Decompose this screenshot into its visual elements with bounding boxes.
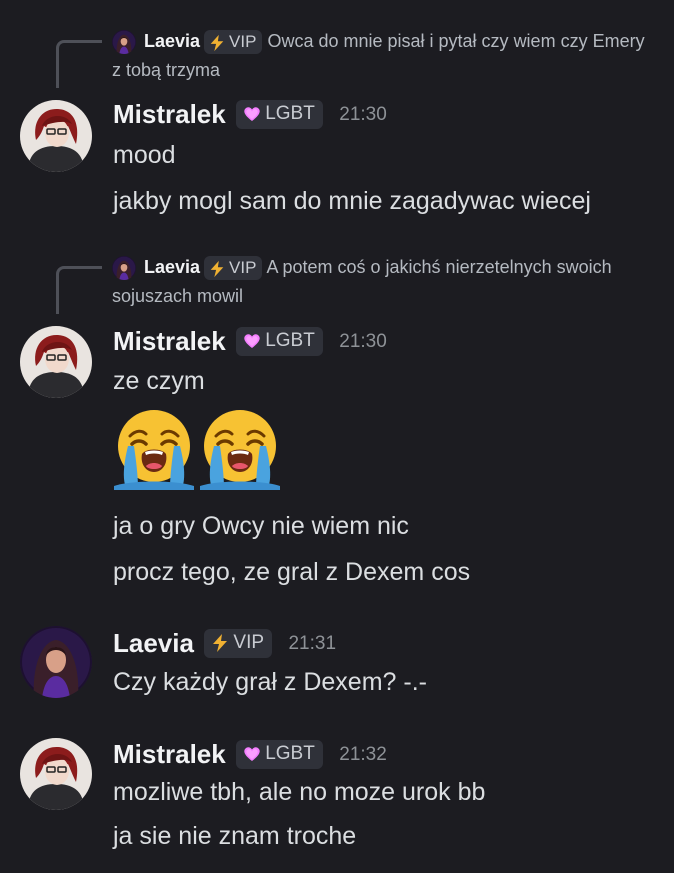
timestamp[interactable]: 21:30 <box>339 104 387 125</box>
vip-badge[interactable]: VIP <box>204 30 263 55</box>
lightning-icon <box>208 34 226 52</box>
message-text: mozliwe tbh, ale no moze urok bb <box>113 778 486 806</box>
loudly-crying-face-emoji[interactable] <box>198 406 282 490</box>
avatar[interactable] <box>20 100 92 172</box>
message-text: mood <box>113 141 176 169</box>
reply-avatar[interactable] <box>112 30 136 55</box>
message-header: Mistralek LGBT 21:30 <box>113 99 387 130</box>
avatar[interactable] <box>20 738 92 810</box>
username[interactable]: Laevia <box>113 628 194 658</box>
timestamp[interactable]: 21:31 <box>288 633 336 654</box>
badge-label: VIP <box>229 258 257 278</box>
heart-icon <box>242 744 262 764</box>
message-header: Mistralek LGBT 21:32 <box>113 739 387 770</box>
reply-avatar[interactable] <box>112 256 136 281</box>
message-text: jakby mogl sam do mnie zagadywac wiecej <box>113 187 591 215</box>
reply-preview[interactable]: Laevia VIP A potem coś o jakichś nierzete… <box>112 253 652 311</box>
lightning-icon <box>208 260 226 278</box>
username[interactable]: Mistralek <box>113 739 226 769</box>
badge-label: VIP <box>233 632 265 653</box>
message-text: ze czym <box>113 367 205 395</box>
message-text: ja sie nie znam troche <box>113 822 357 850</box>
badge-label: VIP <box>229 32 257 52</box>
avatar[interactable] <box>20 326 92 398</box>
reply-author[interactable]: Laevia <box>144 257 200 277</box>
message-text: Czy każdy grał z Dexem? -.- <box>113 668 427 696</box>
reply-connector <box>56 40 102 88</box>
message-header: Laevia VIP 21:31 <box>113 628 336 659</box>
badge-label: LGBT <box>265 103 315 124</box>
vip-badge[interactable]: VIP <box>204 256 263 281</box>
lgbt-badge[interactable]: LGBT <box>236 327 323 356</box>
lightning-icon <box>210 633 230 653</box>
reply-preview[interactable]: Laevia VIP Owca do mnie pisał i pytał czy… <box>112 27 652 85</box>
message-text: ja o gry Owcy nie wiem nic <box>113 512 409 540</box>
heart-icon <box>242 331 262 351</box>
badge-label: LGBT <box>265 743 315 764</box>
badge-label: LGBT <box>265 330 315 351</box>
lgbt-badge[interactable]: LGBT <box>236 740 323 769</box>
lgbt-badge[interactable]: LGBT <box>236 100 323 129</box>
timestamp[interactable]: 21:32 <box>339 744 387 765</box>
reply-author[interactable]: Laevia <box>144 31 200 51</box>
chat-log: Laevia VIP Owca do mnie pisał i pytał czy… <box>0 0 674 873</box>
message-header: Mistralek LGBT 21:30 <box>113 326 387 357</box>
loudly-crying-face-emoji[interactable] <box>112 406 196 490</box>
avatar[interactable] <box>20 626 92 698</box>
vip-badge[interactable]: VIP <box>204 629 273 658</box>
reply-connector <box>56 266 102 314</box>
heart-icon <box>242 104 262 124</box>
timestamp[interactable]: 21:30 <box>339 331 387 352</box>
message-text: procz tego, ze gral z Dexem cos <box>113 558 471 586</box>
username[interactable]: Mistralek <box>113 326 226 356</box>
username[interactable]: Mistralek <box>113 99 226 129</box>
